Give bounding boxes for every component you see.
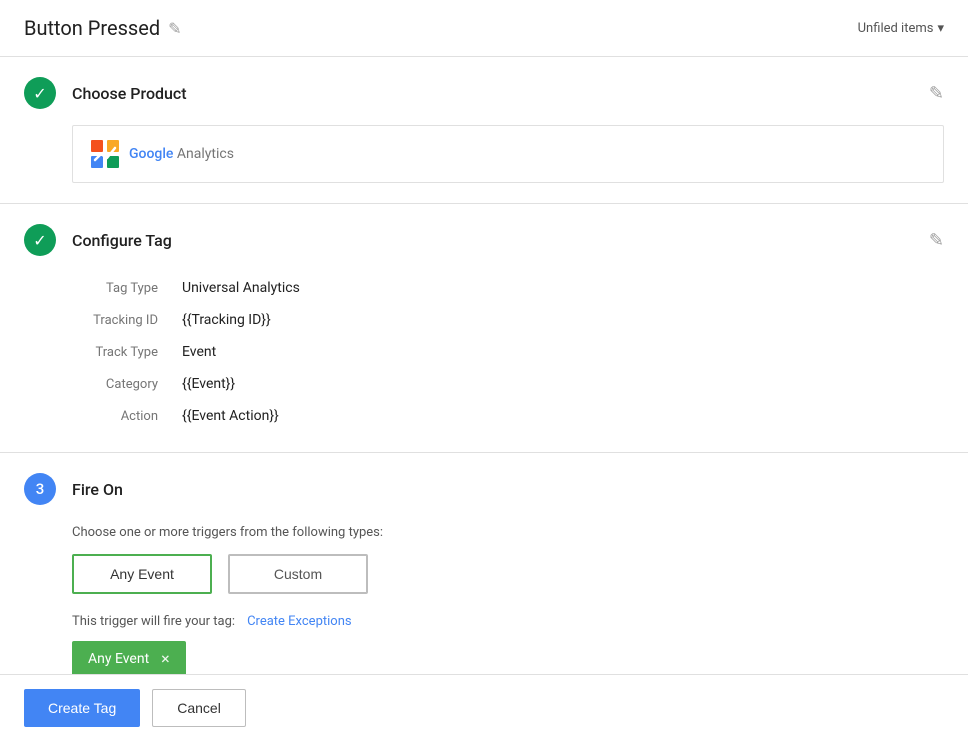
choose-product-title: Choose Product xyxy=(72,84,187,103)
fire-on-section: 3 Fire On Choose one or more triggers fr… xyxy=(0,453,968,704)
trigger-tag-close-icon[interactable]: × xyxy=(161,649,170,668)
main-content: ✓ Choose Product ✎ xyxy=(0,57,968,704)
product-name: Google Analytics xyxy=(129,146,234,162)
config-row-tag-type: Tag Type Universal Analytics xyxy=(72,272,944,304)
config-table: Tag Type Universal Analytics Tracking ID… xyxy=(72,272,944,432)
choose-product-step-circle: ✓ xyxy=(24,77,56,109)
unfiled-items-label: Unfiled items xyxy=(858,21,934,36)
configure-tag-header-left: ✓ Configure Tag xyxy=(24,224,172,256)
active-trigger-tag: Any Event × xyxy=(72,641,186,676)
fire-on-title: Fire On xyxy=(72,480,123,499)
this-trigger-label: This trigger will fire your tag: xyxy=(72,614,235,629)
tag-type-value: Universal Analytics xyxy=(182,280,300,296)
create-exceptions-link[interactable]: Create Exceptions xyxy=(247,614,352,629)
cancel-button[interactable]: Cancel xyxy=(152,689,246,727)
choose-product-header-left: ✓ Choose Product xyxy=(24,77,187,109)
chevron-down-icon: ▾ xyxy=(937,21,944,36)
product-name-google: Google xyxy=(129,146,173,162)
check-icon-2: ✓ xyxy=(33,231,46,250)
title-edit-icon[interactable]: ✎ xyxy=(168,19,181,38)
triggers-prompt: Choose one or more triggers from the fol… xyxy=(72,525,944,540)
choose-product-section: ✓ Choose Product ✎ xyxy=(0,57,968,204)
category-label: Category xyxy=(72,377,182,392)
page-title: Button Pressed ✎ xyxy=(24,16,182,40)
config-row-track-type: Track Type Event xyxy=(72,336,944,368)
tracking-id-value: {{Tracking ID}} xyxy=(182,312,271,328)
configure-tag-title: Configure Tag xyxy=(72,231,172,250)
configure-tag-header: ✓ Configure Tag ✎ xyxy=(24,224,944,256)
active-trigger-label: Any Event xyxy=(88,651,149,667)
config-row-tracking-id: Tracking ID {{Tracking ID}} xyxy=(72,304,944,336)
track-type-label: Track Type xyxy=(72,345,182,360)
check-icon: ✓ xyxy=(33,84,46,103)
action-value: {{Event Action}} xyxy=(182,408,279,424)
google-analytics-product-card: Google Analytics xyxy=(72,125,944,183)
footer: Create Tag Cancel xyxy=(0,674,968,741)
config-row-category: Category {{Event}} xyxy=(72,368,944,400)
fire-on-header: 3 Fire On xyxy=(24,473,944,505)
trigger-buttons-group: Any Event Custom xyxy=(72,554,944,594)
ga-logo xyxy=(89,138,121,170)
action-label: Action xyxy=(72,409,182,424)
track-type-value: Event xyxy=(182,344,216,360)
top-bar: Button Pressed ✎ Unfiled items ▾ xyxy=(0,0,968,57)
configure-tag-section: ✓ Configure Tag ✎ Tag Type Universal Ana… xyxy=(0,204,968,453)
unfiled-items-button[interactable]: Unfiled items ▾ xyxy=(858,21,944,36)
fire-on-step-circle: 3 xyxy=(24,473,56,505)
custom-trigger-button[interactable]: Custom xyxy=(228,554,368,594)
create-tag-button[interactable]: Create Tag xyxy=(24,689,140,727)
tag-type-label: Tag Type xyxy=(72,281,182,296)
choose-product-edit-icon[interactable]: ✎ xyxy=(929,83,944,104)
choose-product-header: ✓ Choose Product ✎ xyxy=(24,77,944,109)
configure-tag-edit-icon[interactable]: ✎ xyxy=(929,230,944,251)
tracking-id-label: Tracking ID xyxy=(72,313,182,328)
product-name-analytics: Analytics xyxy=(173,146,234,162)
title-text: Button Pressed xyxy=(24,16,160,40)
this-trigger-row: This trigger will fire your tag: Create … xyxy=(72,614,944,629)
config-row-action: Action {{Event Action}} xyxy=(72,400,944,432)
category-value: {{Event}} xyxy=(182,376,235,392)
any-event-trigger-button[interactable]: Any Event xyxy=(72,554,212,594)
step-number: 3 xyxy=(36,480,45,498)
configure-tag-step-circle: ✓ xyxy=(24,224,56,256)
